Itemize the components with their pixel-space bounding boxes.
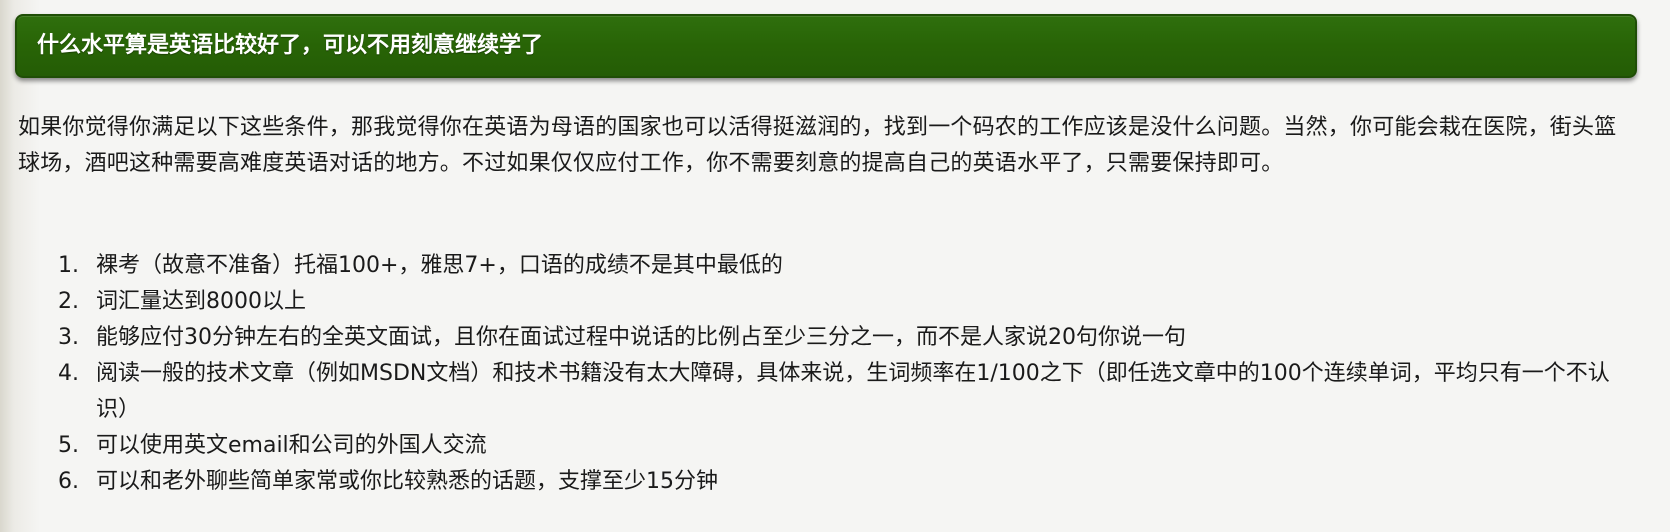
criteria-item-6: 6. 可以和老外聊些简单家常或你比较熟悉的话题，支撑至少15分钟: [0, 464, 1636, 500]
criteria-number: 4.: [58, 361, 79, 386]
section-heading-title: 什么水平算是英语比较好了，可以不用刻意继续学了: [37, 33, 544, 58]
section-heading-bar: 什么水平算是英语比较好了，可以不用刻意继续学了: [15, 14, 1637, 78]
criteria-item-3: 3. 能够应付30分钟左右的全英文面试，且你在面试过程中说话的比例占至少三分之一…: [0, 320, 1636, 356]
criteria-number: 5.: [58, 433, 79, 458]
criteria-text: 词汇量达到8000以上: [96, 289, 306, 314]
criteria-text: 可以和老外聊些简单家常或你比较熟悉的话题，支撑至少15分钟: [96, 469, 718, 494]
criteria-text: 能够应付30分钟左右的全英文面试，且你在面试过程中说话的比例占至少三分之一，而不…: [96, 325, 1186, 350]
criteria-text: 阅读一般的技术文章（例如MSDN文档）和技术书籍没有太大障碍，具体来说，生词频率…: [96, 361, 1610, 422]
criteria-item-1: 1. 裸考（故意不准备）托福100+，雅思7+，口语的成绩不是其中最低的: [0, 248, 1636, 284]
criteria-number: 2.: [58, 289, 79, 314]
criteria-item-2: 2. 词汇量达到8000以上: [0, 284, 1636, 320]
criteria-text: 可以使用英文email和公司的外国人交流: [96, 433, 487, 458]
criteria-number: 3.: [58, 325, 79, 350]
criteria-number: 6.: [58, 469, 79, 494]
criteria-list: 1. 裸考（故意不准备）托福100+，雅思7+，口语的成绩不是其中最低的 2. …: [0, 248, 1640, 500]
article-page: 什么水平算是英语比较好了，可以不用刻意继续学了 如果你觉得你满足以下这些条件，那…: [0, 0, 1670, 532]
criteria-item-5: 5. 可以使用英文email和公司的外国人交流: [0, 428, 1636, 464]
criteria-number: 1.: [58, 253, 79, 278]
criteria-item-4: 4. 阅读一般的技术文章（例如MSDN文档）和技术书籍没有太大障碍，具体来说，生…: [0, 356, 1636, 428]
intro-paragraph: 如果你觉得你满足以下这些条件，那我觉得你在英语为母语的国家也可以活得挺滋润的，找…: [18, 115, 1617, 176]
criteria-text: 裸考（故意不准备）托福100+，雅思7+，口语的成绩不是其中最低的: [96, 253, 783, 278]
